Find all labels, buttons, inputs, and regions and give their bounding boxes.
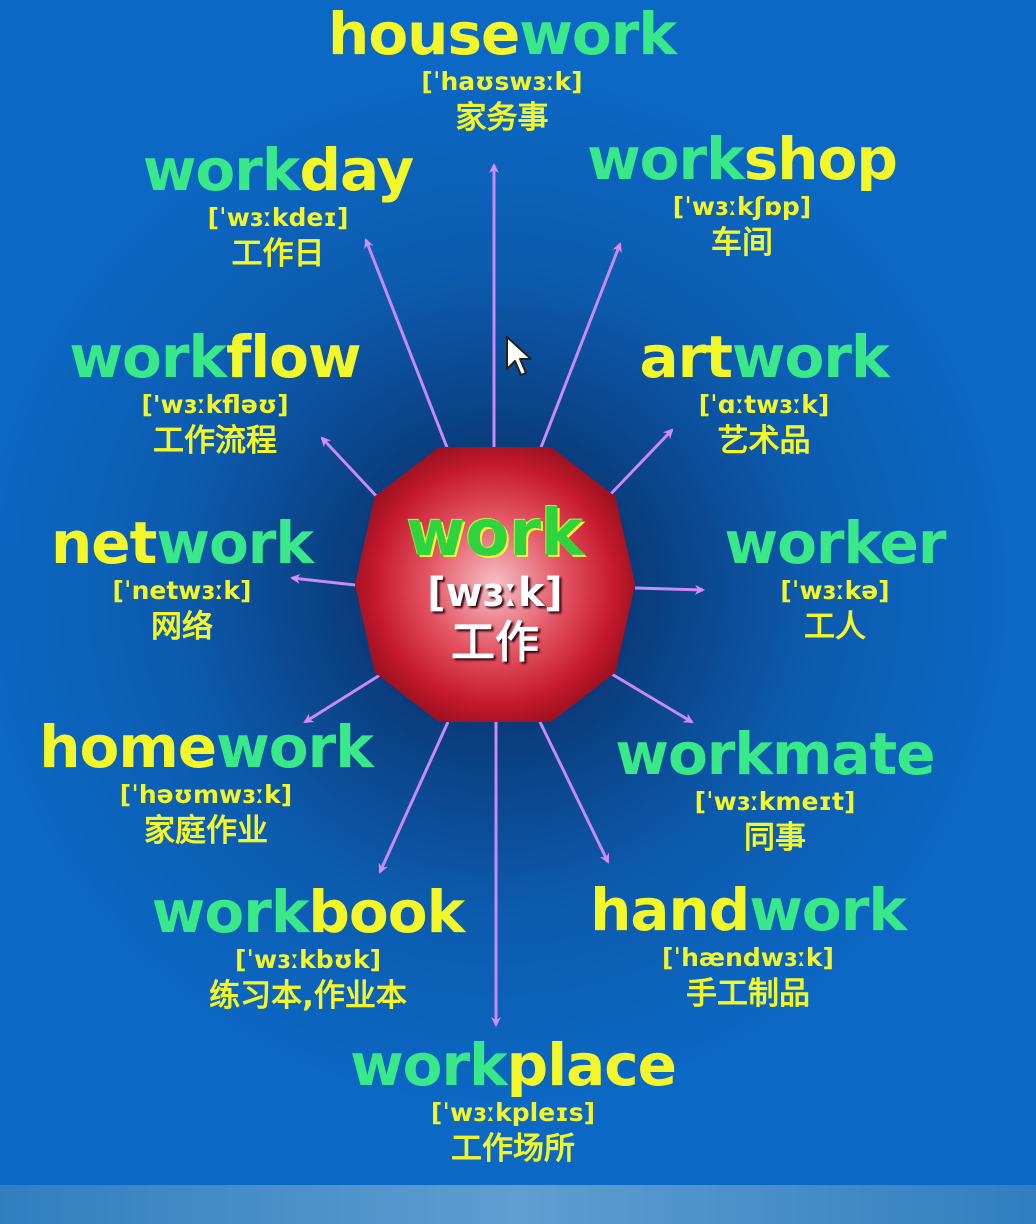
word-meaning: 艺术品 [717,423,811,459]
word-meaning: 工作日 [231,236,325,272]
word-homework: homework [ˈhəʊmwɜːk] 家庭作业 [39,713,374,851]
word-worker: worker [ˈwɜːkə] 工人 [724,509,947,647]
word-phonetic: [ˈhaʊswɜːk] [421,67,583,96]
word-phonetic: [ˈwɜːkmeɪt] [694,787,856,816]
word-workmate: workmate [ˈwɜːkmeɪt] 同事 [615,720,936,858]
word-part: hand [590,876,750,944]
word-part: work [587,125,745,193]
word-part: home [39,713,217,781]
word-workshop: workshop [ˈwɜːkʃɒp] 车间 [587,125,898,263]
word-workday: workday [ˈwɜːkdeɪ] 工作日 [142,136,414,274]
arrow-workbook [378,721,450,874]
word-meaning: 工人 [804,609,866,645]
word-part: mate [771,720,936,788]
word-artwork: artwork [ˈɑːtwɜːk] 艺术品 [639,323,890,461]
word-english: housework [328,0,677,68]
word-english: workday [142,136,414,204]
word-meaning: 练习本,作业本 [209,978,407,1014]
word-english: handwork [590,876,907,944]
word-part: work [216,713,374,781]
word-meaning: 网络 [151,609,213,645]
word-part: flow [226,323,362,391]
word-part: work [724,509,881,577]
word-phonetic: [ˈhændwɜːk] [662,943,834,972]
center-meaning: 工作 [451,617,539,668]
word-meaning: 手工制品 [685,976,810,1012]
word-part: net [51,509,157,577]
word-english: workshop [587,125,898,193]
mouse-pointer-icon [506,336,532,376]
arrow-worker [634,584,705,595]
word-part: work [151,878,310,946]
word-housework: housework [ˈhaʊswɜːk] 家务事 [328,0,677,138]
word-meaning: 车间 [710,225,773,261]
word-english: workflow [69,323,362,391]
word-phonetic: [ˈwɜːkdeɪ] [207,203,349,232]
word-part: day [299,136,414,204]
word-phonetic: [ˈɑːtwɜːk] [698,390,830,419]
word-phonetic: [ˈwɜːkə] [780,576,890,605]
arrow-workshop [538,242,622,451]
arrow-handwork [538,721,610,864]
word-workbook: workbook [ˈwɜːkbʊk] 练习本,作业本 [151,878,465,1016]
word-english: workmate [615,720,936,788]
word-workplace: workplace [ˈwɜːkpleɪs] 工作场所 [350,1031,677,1169]
word-meaning: 工作场所 [451,1131,575,1167]
word-english: homework [39,713,374,781]
center-hub-text: work [wɜːk] 工作 [355,447,635,722]
word-network: network [ˈnetwɜːk] 网络 [51,509,314,647]
word-part: work [350,1031,508,1099]
word-handwork: handwork [ˈhændwɜːk] 手工制品 [590,876,907,1014]
word-phonetic: ['wɜːkfləʊ] [141,390,289,419]
word-english: artwork [639,323,890,391]
word-part: er [879,509,947,577]
word-part: work [519,0,677,68]
word-meaning: 工作流程 [153,423,277,459]
word-english: worker [724,509,947,577]
word-part: work [142,136,301,204]
word-english: workplace [350,1031,677,1099]
word-part: art [639,323,732,391]
word-english: network [51,509,314,577]
word-phonetic: [ˈhəʊmwɜːk] [119,780,293,809]
word-part: work [156,509,314,577]
word-phonetic: [ˈwɜːkbʊk] [234,945,382,974]
word-part: work [749,876,907,944]
word-english: workbook [151,878,465,946]
word-phonetic: [ˈnetwɜːk] [112,576,252,605]
word-phonetic: [ˈwɜːkpleɪs] [430,1098,596,1127]
word-part: shop [743,125,898,193]
word-part: book [308,878,465,946]
word-workflow: workflow ['wɜːkfləʊ] 工作流程 [69,323,362,461]
center-word: work [406,497,584,571]
word-meaning: 同事 [744,820,806,856]
word-part: work [731,323,890,391]
word-meaning: 家庭作业 [144,813,268,849]
word-phonetic: [ˈwɜːkʃɒp] [672,192,812,221]
center-phonetic: [wɜːk] [427,570,563,616]
word-part: work [615,720,773,788]
word-part: place [506,1031,677,1099]
word-part: house [328,0,520,68]
word-part: work [69,323,227,391]
